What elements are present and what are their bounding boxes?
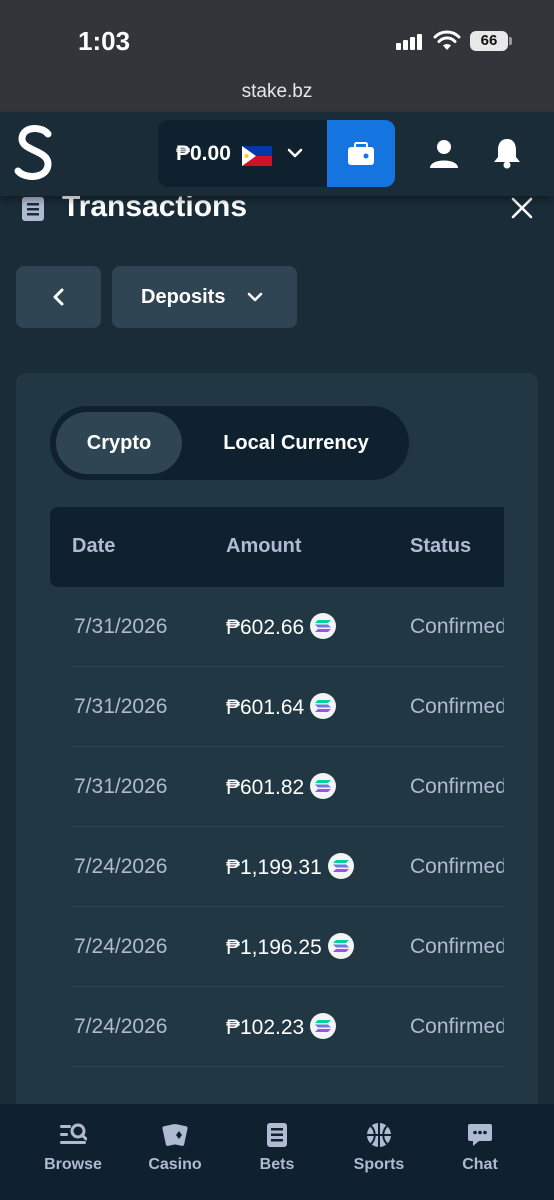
- status-bar: 1:03 66: [0, 0, 554, 76]
- battery-tip: [509, 37, 512, 45]
- table-row[interactable]: 7/31/2026 ₱602.66 Confirmed: [72, 587, 504, 667]
- nav-label: Bets: [259, 1156, 295, 1173]
- currency-toggle: Crypto Local Currency: [50, 406, 409, 480]
- table-header: Date Amount Status: [50, 507, 504, 587]
- row-amount: ₱1,199.31: [226, 853, 354, 881]
- nav-label: Sports: [353, 1156, 405, 1173]
- row-amount: ₱601.82: [226, 773, 337, 801]
- nav-browse[interactable]: Browse: [23, 1122, 123, 1192]
- toggle-crypto[interactable]: Crypto: [56, 412, 182, 474]
- amount-text: ₱602.66: [226, 616, 305, 639]
- balance-value: ₱0.00: [176, 142, 231, 165]
- receipt-icon: [22, 197, 44, 221]
- row-amount: ₱601.64: [226, 693, 337, 721]
- row-status: Confirmed: [410, 935, 504, 958]
- row-status: Confirmed: [410, 1015, 504, 1038]
- transaction-type-dropdown[interactable]: Deposits: [112, 266, 297, 328]
- bell-icon[interactable]: [490, 136, 524, 170]
- chevron-down-icon: [247, 292, 263, 302]
- stake-logo-icon[interactable]: [12, 124, 58, 184]
- solana-icon: [327, 933, 354, 959]
- table-row[interactable]: 7/24/2026 ₱1,196.25 Confirmed: [72, 907, 504, 987]
- philippines-flag-icon: [242, 146, 272, 166]
- column-header-status[interactable]: Status: [410, 535, 471, 558]
- column-header-amount[interactable]: Amount: [226, 535, 302, 558]
- basketball-icon: [367, 1123, 391, 1147]
- solana-icon: [310, 773, 337, 799]
- signal-icon: [396, 34, 422, 50]
- solana-icon: [327, 853, 354, 879]
- solana-icon: [310, 1013, 337, 1039]
- status-time: 1:03: [78, 26, 131, 56]
- balance-selector[interactable]: ₱0.00: [158, 120, 328, 187]
- row-status: Confirmed: [410, 615, 504, 638]
- close-icon[interactable]: [508, 194, 536, 222]
- browse-icon: [60, 1123, 87, 1144]
- battery-indicator: 66: [470, 31, 508, 51]
- dropdown-selected-label: Deposits: [141, 286, 226, 308]
- row-status: Confirmed: [410, 855, 504, 878]
- row-date: 7/24/2026: [74, 1015, 168, 1038]
- nav-bets[interactable]: Bets: [227, 1122, 327, 1192]
- row-status: Confirmed: [410, 775, 504, 798]
- nav-label: Browse: [44, 1156, 102, 1173]
- bottom-nav: Browse Casino Bets Sports Chat: [0, 1104, 554, 1200]
- amount-text: ₱1,196.25: [226, 936, 322, 959]
- amount-text: ₱601.64: [226, 696, 305, 719]
- column-header-date[interactable]: Date: [72, 535, 115, 558]
- row-amount: ₱602.66: [226, 613, 337, 641]
- wifi-icon: [433, 30, 461, 50]
- betslip-icon: [267, 1123, 287, 1147]
- wallet-icon: [348, 142, 374, 165]
- amount-text: ₱601.82: [226, 776, 305, 799]
- chevron-down-icon: [287, 148, 303, 158]
- nav-label: Casino: [148, 1156, 202, 1173]
- row-status: Confirmed: [410, 695, 504, 718]
- transactions-card: Crypto Local Currency Date Amount Status…: [16, 373, 538, 1133]
- user-icon[interactable]: [428, 138, 460, 170]
- row-amount: ₱1,196.25: [226, 933, 354, 961]
- toggle-local-currency[interactable]: Local Currency: [196, 412, 396, 474]
- row-date: 7/31/2026: [74, 615, 168, 638]
- amount-text: ₱1,199.31: [226, 856, 322, 879]
- app-header: ₱0.00: [0, 112, 554, 196]
- nav-label: Chat: [462, 1156, 498, 1173]
- table-row[interactable]: 7/31/2026 ₱601.64 Confirmed: [72, 667, 504, 747]
- row-date: 7/31/2026: [74, 775, 168, 798]
- chevron-left-icon: [53, 288, 64, 306]
- table-row[interactable]: 7/31/2026 ₱601.82 Confirmed: [72, 747, 504, 827]
- solana-icon: [310, 693, 337, 719]
- row-date: 7/24/2026: [74, 935, 168, 958]
- nav-sports[interactable]: Sports: [329, 1122, 429, 1192]
- amount-text: ₱102.23: [226, 1016, 305, 1039]
- back-button[interactable]: [16, 266, 101, 328]
- row-date: 7/31/2026: [74, 695, 168, 718]
- row-date: 7/24/2026: [74, 855, 168, 878]
- nav-chat[interactable]: Chat: [430, 1122, 530, 1192]
- nav-casino[interactable]: Casino: [125, 1122, 225, 1192]
- solana-icon: [310, 613, 337, 639]
- table-row[interactable]: 7/24/2026 ₱1,199.31 Confirmed: [72, 827, 504, 907]
- cards-icon: [162, 1124, 188, 1146]
- wallet-button[interactable]: [327, 120, 395, 187]
- chat-icon: [468, 1124, 492, 1146]
- table-row[interactable]: 7/24/2026 ₱102.23 Confirmed: [72, 987, 504, 1067]
- browser-url[interactable]: stake.bz: [0, 76, 554, 112]
- row-amount: ₱102.23: [226, 1013, 337, 1041]
